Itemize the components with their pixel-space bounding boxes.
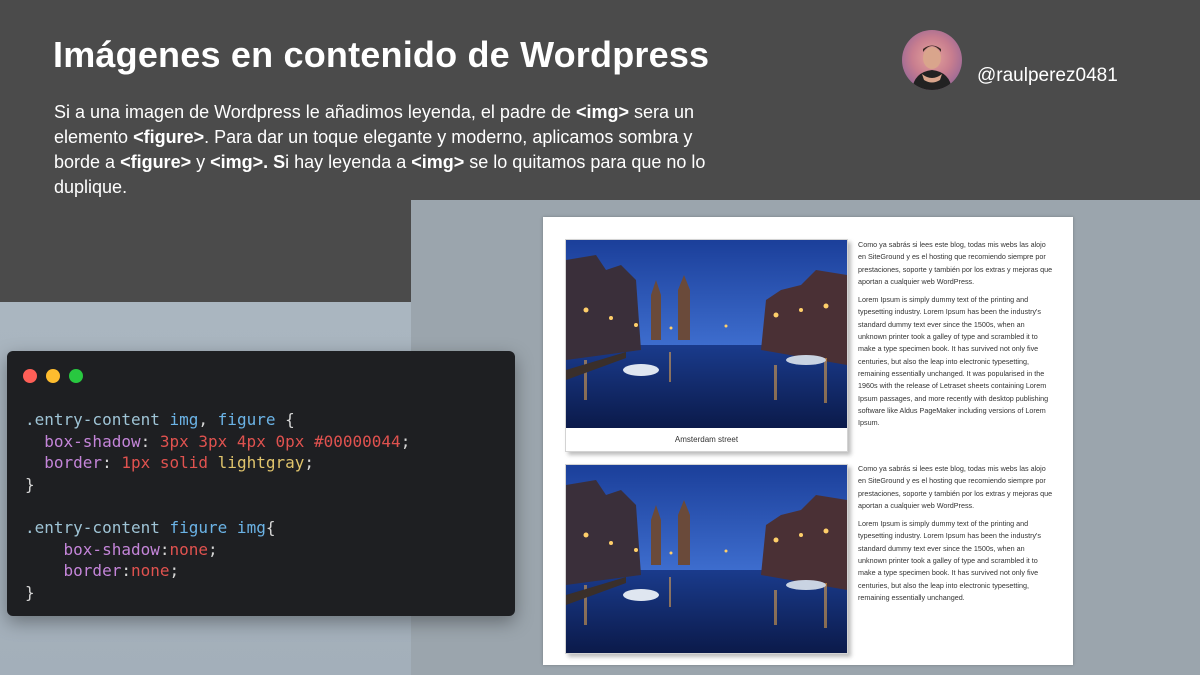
- code-property: border: [25, 453, 103, 473]
- code-punct: {: [275, 410, 295, 429]
- code-tag: figure img: [169, 517, 266, 537]
- avatar-person-icon: [912, 45, 952, 90]
- code-punct: ;: [304, 453, 315, 473]
- code-value: solid: [150, 453, 218, 473]
- intro-paragraph: Si a una imagen de Wordpress le añadimos…: [54, 100, 714, 200]
- code-punct: }: [25, 582, 35, 602]
- code-window: .entry-content img, figure { box-shadow:…: [7, 351, 515, 616]
- code-punct: :: [140, 431, 160, 451]
- code-punct: :: [159, 539, 170, 559]
- code-punct: ;: [169, 561, 180, 581]
- window-minimize-icon[interactable]: [46, 369, 60, 383]
- code-punct: :: [121, 561, 131, 581]
- article-paragraph: Lorem Ipsum is simply dummy text of the …: [858, 295, 1049, 428]
- window-maximize-icon[interactable]: [69, 369, 83, 383]
- code-value: none: [130, 561, 170, 581]
- code-punct: ,: [198, 410, 218, 429]
- figure-caption: Amsterdam street: [674, 435, 739, 444]
- code-punct: ;: [208, 539, 218, 559]
- code-punct: }: [25, 474, 35, 494]
- code-tag: figure: [217, 410, 276, 429]
- intro-text: Si a una imagen de Wordpress le añadimos…: [54, 102, 576, 122]
- canal-photo-image: [566, 465, 847, 653]
- article-preview: Amsterdam street Como ya sabrás si lees …: [543, 217, 1073, 665]
- code-property: box-shadow: [25, 539, 160, 559]
- code-tag: img: [169, 410, 199, 429]
- intro-code: <img>: [576, 102, 630, 122]
- article-paragraph: Como ya sabrás si lees este blog, todas …: [858, 240, 1053, 286]
- code-punct: ;: [400, 431, 411, 451]
- article-text-column: Como ya sabrás si lees este blog, todas …: [858, 239, 1054, 435]
- article-text-column: Como ya sabrás si lees este blog, todas …: [858, 463, 1054, 610]
- figure-no-caption: [565, 464, 848, 654]
- article-paragraph: Como ya sabrás si lees este blog, todas …: [858, 464, 1053, 510]
- code-value: lightgray: [217, 453, 305, 473]
- code-value: none: [169, 539, 209, 559]
- article-paragraph: Lorem Ipsum is simply dummy text of the …: [858, 519, 1042, 602]
- code-punct: {: [265, 517, 276, 537]
- figure-with-caption: Amsterdam street: [565, 239, 848, 452]
- intro-code: <img>. S: [210, 152, 286, 172]
- code-property: border: [25, 561, 122, 581]
- code-selector: .entry-content: [25, 410, 170, 429]
- window-close-icon[interactable]: [23, 369, 37, 383]
- intro-code: <img>: [411, 152, 465, 172]
- intro-text: y: [191, 152, 211, 172]
- code-value: 3px 3px 4px 0px #00000044: [159, 431, 401, 451]
- code-selector: .entry-content: [25, 517, 170, 537]
- author-handle[interactable]: @raulperez0481: [977, 65, 1118, 87]
- canal-photo-image: [566, 240, 847, 428]
- intro-code: <figure>: [133, 127, 205, 147]
- code-punct: :: [102, 453, 122, 473]
- css-code: .entry-content img, figure { box-shadow:…: [25, 409, 410, 603]
- code-property: box-shadow: [25, 431, 141, 451]
- page-title: Imágenes en contenido de Wordpress: [53, 34, 710, 75]
- avatar: [902, 30, 962, 90]
- intro-code: <figure>: [120, 152, 192, 172]
- intro-text: i hay leyenda a: [285, 152, 412, 172]
- code-value: 1px: [121, 453, 151, 473]
